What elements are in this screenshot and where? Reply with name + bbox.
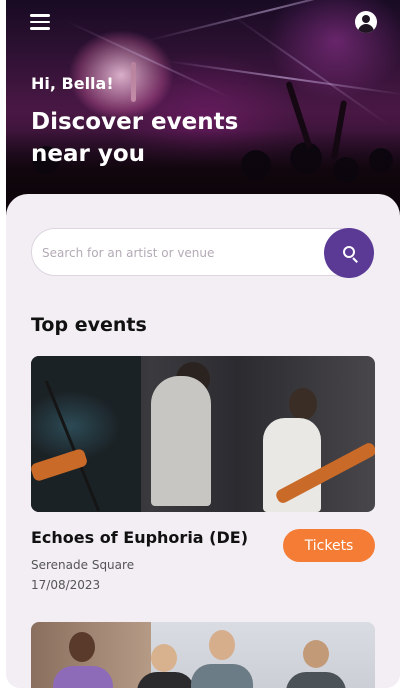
event-venue: Serenade Square — [31, 558, 135, 572]
search-button[interactable] — [324, 228, 374, 278]
user-account-icon[interactable] — [355, 11, 377, 33]
search-input[interactable] — [40, 229, 324, 277]
event-image-band-on-stage[interactable] — [31, 356, 375, 512]
search-icon-handle — [352, 257, 358, 263]
search-bar — [31, 228, 374, 278]
event-title[interactable]: Echoes of Euphoria (DE) — [31, 528, 248, 547]
app-screen: Hi, Bella! Discover events near you Top … — [6, 0, 400, 688]
hamburger-menu-icon[interactable] — [30, 14, 50, 30]
event-date: 17/08/2023 — [31, 578, 101, 592]
event-image-band-group[interactable] — [31, 622, 375, 688]
content-panel: Top events Echoes of Euphoria (DE) Seren… — [6, 194, 400, 688]
section-title-top-events: Top events — [31, 314, 147, 336]
page-headline: Discover events near you — [31, 109, 239, 167]
greeting-text: Hi, Bella! — [31, 74, 114, 93]
tickets-button[interactable]: Tickets — [283, 529, 375, 562]
